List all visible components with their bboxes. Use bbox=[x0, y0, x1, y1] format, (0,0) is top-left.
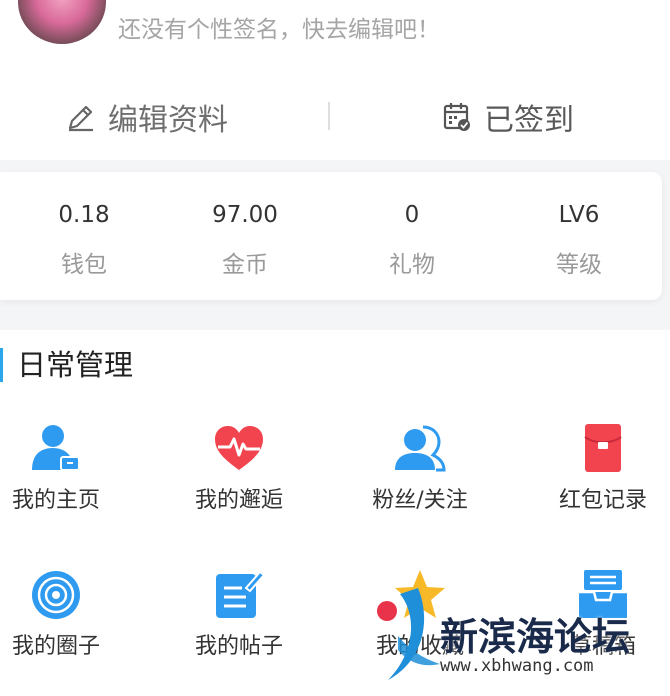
edit-profile-label: 编辑资料 bbox=[108, 103, 228, 138]
profile-header: 还没有个性签名，快去编辑吧！ 编辑资料 已签到 bbox=[0, 0, 670, 160]
grid-item-encounter[interactable]: 我的邂逅 bbox=[155, 422, 323, 532]
stat-wallet[interactable]: 0.18 钱包 bbox=[0, 172, 168, 300]
calendar-check-icon bbox=[443, 103, 470, 131]
stat-gifts[interactable]: 0 礼物 bbox=[328, 172, 496, 300]
post-edit-icon bbox=[216, 570, 266, 618]
stat-label: 钱包 bbox=[61, 252, 107, 278]
pencil-icon bbox=[68, 105, 93, 132]
signed-in-button[interactable]: 已签到 bbox=[442, 92, 574, 142]
star-icon bbox=[395, 570, 445, 618]
daily-management-section: 日常管理 我的主页 我的邂逅 粉丝/关注 红包记录 我的圈子 我的帖子 我的收藏… bbox=[0, 330, 670, 696]
edit-profile-button[interactable]: 编辑资料 bbox=[66, 92, 228, 142]
stat-label: 金币 bbox=[222, 252, 268, 278]
grid-item-circle[interactable]: 我的圈子 bbox=[0, 568, 140, 678]
heartbeat-icon bbox=[215, 426, 263, 470]
action-divider bbox=[328, 102, 330, 130]
grid-item-label: 我的帖子 bbox=[194, 634, 283, 659]
stats-panel: 0.18 钱包 97.00 金币 0 礼物 LV6 等级 bbox=[0, 172, 662, 300]
signature-text[interactable]: 还没有个性签名，快去编辑吧！ bbox=[118, 10, 440, 44]
stat-coins[interactable]: 97.00 金币 bbox=[161, 172, 329, 300]
grid-item-favorites[interactable]: 我的收藏 bbox=[336, 568, 504, 678]
grid-item-label: 我的收藏 bbox=[375, 634, 464, 659]
user-home-icon bbox=[32, 425, 80, 471]
grid-item-label: 我的邂逅 bbox=[194, 488, 283, 513]
avatar[interactable] bbox=[18, 0, 106, 44]
grid-item-posts[interactable]: 我的帖子 bbox=[155, 568, 323, 678]
fans-icon bbox=[395, 425, 446, 472]
grid-item-red-envelope[interactable]: 红包记录 bbox=[519, 422, 670, 532]
grid-item-label: 我的圈子 bbox=[11, 634, 100, 659]
stat-label: 礼物 bbox=[389, 252, 435, 278]
circle-icon bbox=[32, 571, 80, 619]
grid-item-fans[interactable]: 粉丝/关注 bbox=[336, 422, 504, 532]
grid-item-label: 草稿箱 bbox=[569, 634, 636, 659]
stat-value: 97.00 bbox=[212, 202, 278, 228]
stat-level[interactable]: LV6 等级 bbox=[495, 172, 663, 300]
stat-value: LV6 bbox=[558, 202, 600, 228]
section-title: 日常管理 bbox=[0, 348, 133, 382]
draft-box-icon bbox=[579, 570, 627, 618]
signed-in-label: 已签到 bbox=[484, 103, 574, 138]
grid-item-label: 粉丝/关注 bbox=[372, 488, 468, 513]
stat-label: 等级 bbox=[556, 252, 602, 278]
grid-item-homepage[interactable]: 我的主页 bbox=[0, 422, 140, 532]
grid-item-label: 我的主页 bbox=[11, 488, 100, 513]
grid-item-label: 红包记录 bbox=[558, 488, 647, 513]
grid-item-drafts[interactable]: 草稿箱 bbox=[519, 568, 670, 678]
stat-value: 0 bbox=[404, 202, 420, 228]
stat-value: 0.18 bbox=[58, 202, 110, 228]
red-envelope-icon bbox=[584, 424, 622, 472]
profile-actions: 编辑资料 已签到 bbox=[0, 92, 670, 142]
